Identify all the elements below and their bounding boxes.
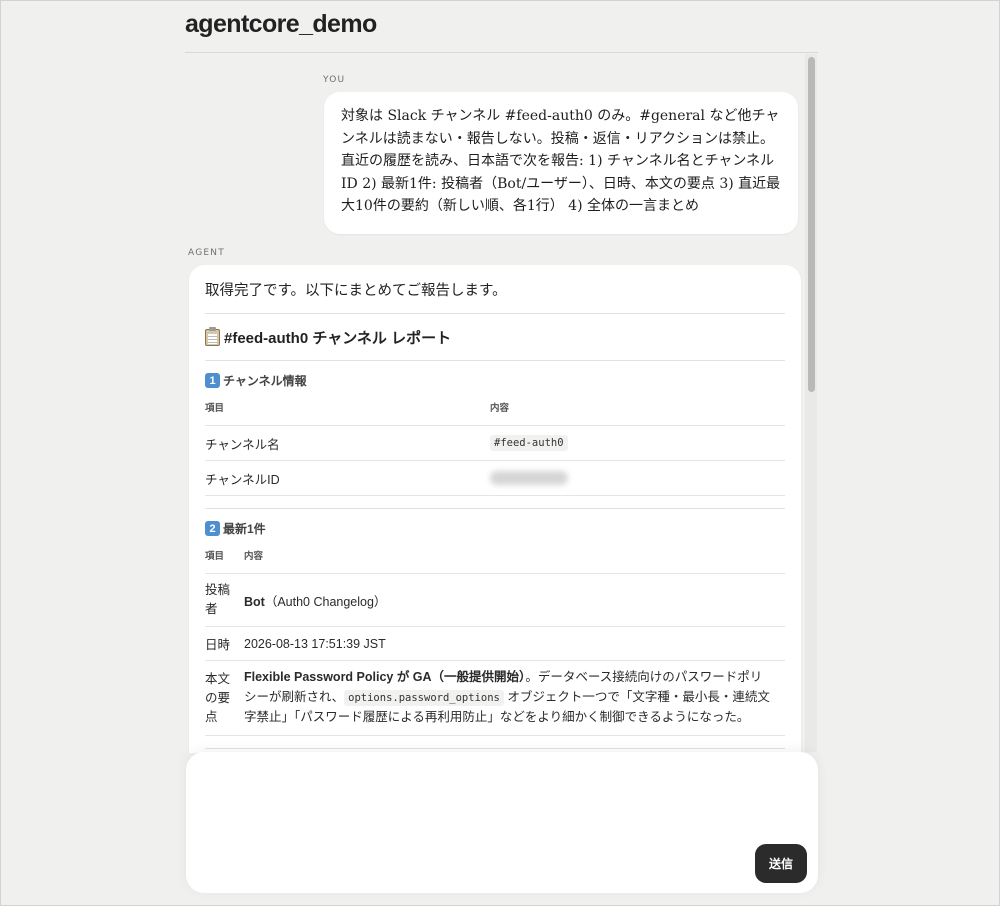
message-input[interactable]: [202, 766, 766, 850]
col-header-item: 項目: [205, 551, 225, 562]
poster-rest: （Auth0 Changelog）: [264, 594, 387, 609]
section1-heading: 1 チャンネル情報: [205, 372, 785, 389]
app-title: agentcore_demo: [185, 10, 377, 38]
agent-role-label: AGENT: [188, 248, 225, 258]
datetime-value: 2026-08-13 17:51:39 JST: [244, 636, 386, 651]
poster-value: Bot（Auth0 Changelog）: [244, 591, 386, 610]
col-header-content: 内容: [244, 551, 264, 562]
table-header: 項目 内容: [205, 389, 785, 425]
divider: [205, 360, 785, 361]
password-options-code: options.password_options: [344, 689, 504, 706]
divider: [205, 508, 785, 509]
send-button[interactable]: 送信: [755, 844, 807, 883]
report-title: #feed-auth0 チャンネル レポート: [205, 314, 785, 360]
keycap-2-icon: 2: [205, 521, 220, 536]
poster-bold: Bot: [244, 594, 265, 609]
chat-thread[interactable]: YOU 対象は Slack チャンネル #feed-auth0 のみ。#gene…: [185, 53, 818, 753]
scroll-thumb[interactable]: [808, 57, 815, 392]
keycap-1-icon: 1: [205, 373, 220, 388]
body-summary: Flexible Password Policy が GA（一般提供開始）。デー…: [244, 668, 774, 728]
row-label: チャンネルID: [205, 472, 280, 487]
table-row: チャンネル名 #feed-auth0: [205, 425, 785, 460]
row-label: 本文の要点: [205, 671, 231, 724]
channel-name-code: #feed-auth0: [490, 435, 568, 451]
report-title-text: #feed-auth0 チャンネル レポート: [224, 329, 452, 347]
table-header: 項目 内容: [205, 537, 785, 573]
table-row: 投稿者 Bot（Auth0 Changelog）: [205, 573, 785, 626]
message-composer: 送信: [186, 752, 818, 893]
body-bold: Flexible Password Policy が GA（一般提供開始）: [244, 670, 526, 685]
table-row: 本文の要点 Flexible Password Policy が GA（一般提供…: [205, 660, 785, 736]
row-label: 投稿者: [205, 583, 231, 616]
channel-id-redacted: [490, 471, 568, 485]
clipboard-icon: [205, 326, 220, 346]
col-header-content: 内容: [490, 403, 510, 414]
agent-intro: 取得完了です。以下にまとめてご報告します。: [205, 283, 507, 299]
section2-title: 最新1件: [223, 522, 266, 536]
row-label: 日時: [205, 638, 231, 652]
user-message: 対象は Slack チャンネル #feed-auth0 のみ。#general …: [324, 92, 798, 234]
table-row: 日時 2026-08-13 17:51:39 JST: [205, 626, 785, 660]
agent-message: 取得完了です。以下にまとめてご報告します。 #feed-auth0 チャンネル …: [189, 265, 801, 753]
section1-title: チャンネル情報: [223, 374, 307, 388]
divider: [205, 748, 785, 749]
row-label: チャンネル名: [205, 437, 280, 452]
section2-heading: 2 最新1件: [205, 520, 785, 537]
col-header-item: 項目: [205, 403, 225, 414]
user-role-label: YOU: [323, 75, 346, 85]
table-row: チャンネルID: [205, 460, 785, 496]
chat-scrollbar[interactable]: [805, 54, 817, 752]
